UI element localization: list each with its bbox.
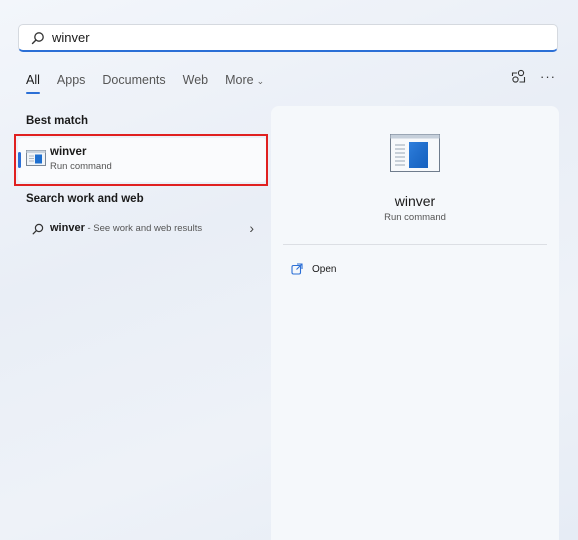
web-hint-text: - See work and web results — [84, 223, 203, 234]
more-options-button[interactable]: ··· — [540, 69, 556, 84]
tab-more[interactable]: More ⌄ — [225, 73, 264, 87]
web-search-term: winver - See work and web results — [50, 222, 202, 234]
tab-more-label: More — [225, 73, 254, 87]
toolbar: ··· — [511, 69, 556, 84]
highlight-annotation — [14, 134, 268, 186]
tab-web[interactable]: Web — [183, 73, 208, 87]
organization-icon[interactable] — [511, 69, 526, 84]
divider — [283, 244, 547, 245]
chevron-right-icon[interactable]: › — [249, 220, 254, 236]
tab-apps[interactable]: Apps — [57, 73, 86, 87]
web-term-text: winver — [50, 222, 85, 234]
best-match-heading: Best match — [26, 115, 88, 127]
tab-documents[interactable]: Documents — [102, 73, 165, 87]
search-box[interactable] — [18, 24, 558, 52]
preview-title: winver — [394, 193, 436, 209]
search-icon — [32, 223, 44, 235]
preview-pane: winver Run command Open — [271, 106, 559, 540]
preview-subtitle: Run command — [384, 212, 446, 223]
open-action-label: Open — [312, 263, 337, 275]
search-web-heading: Search work and web — [26, 193, 144, 205]
tab-all[interactable]: All — [26, 73, 40, 94]
filter-tabs: All Apps Documents Web More ⌄ — [26, 70, 281, 94]
chevron-down-icon: ⌄ — [256, 76, 265, 86]
run-command-large-icon — [390, 134, 440, 172]
search-icon — [31, 31, 44, 44]
search-input[interactable] — [52, 30, 532, 45]
open-external-icon — [291, 263, 303, 275]
open-action[interactable]: Open — [291, 261, 336, 277]
web-search-result[interactable]: winver - See work and web results › — [18, 218, 266, 240]
